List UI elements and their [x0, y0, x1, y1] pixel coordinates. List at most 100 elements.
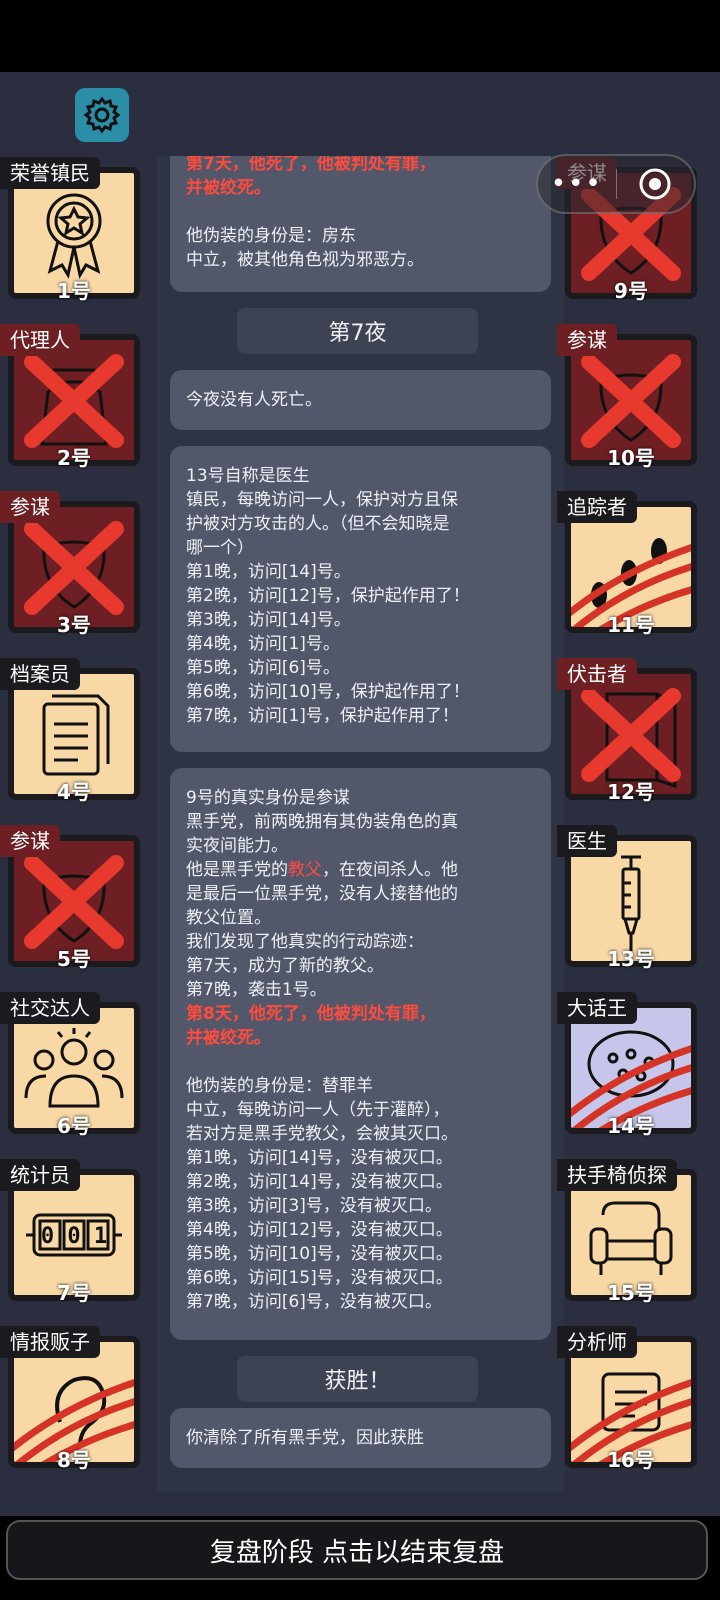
player-card-6[interactable]: 社交达人 6号 [0, 992, 140, 1142]
log-line: 哪一个） [186, 538, 254, 558]
log-line: 第4晚，访问[1]号。 [186, 634, 340, 654]
player-card-8[interactable]: 情报贩子 8号 [0, 1326, 140, 1476]
log-line: 13号自称是医生 [186, 466, 310, 486]
player-card-15[interactable]: 扶手椅侦探 15号 [557, 1159, 697, 1309]
role-label: 分析师 [557, 1326, 637, 1358]
log-line: 黑手党，前两晚拥有其伪装角色的真 [186, 812, 458, 832]
log-card-7th-day-death: 第7天，他死了，他被判处有罪， 并被绞死。 他伪装的身份是：房东 中立，被其他角… [170, 156, 551, 292]
player-number: 10号 [607, 446, 655, 470]
role-label: 参谋 [0, 825, 60, 857]
log-line: 护被对方攻击的人。（但不会知晓是 [186, 514, 450, 534]
role-label: 医生 [557, 825, 617, 857]
log-line: 并被绞死。 [186, 1028, 271, 1048]
log-text: 他是黑手党的 [186, 860, 288, 880]
player-card-1[interactable]: 荣誉镇民 1号 [0, 157, 140, 307]
log-card-doctor-claim: 13号自称是医生 镇民，每晚访问一人，保护对方且保 护被对方攻击的人。（但不会知… [170, 446, 551, 752]
log-line: 第5晚，访问[6]号。 [186, 658, 340, 678]
player-number: 5号 [57, 947, 91, 971]
log-line: 第3晚，访问[14]号。 [186, 610, 351, 630]
player-card-2[interactable]: 代理人 2号 [0, 324, 140, 474]
log-line: 第7天，他死了，他被判处有罪， [186, 156, 436, 174]
player-number: 15号 [607, 1281, 655, 1305]
role-label: 参谋 [0, 491, 60, 523]
log-card-no-death: 今夜没有人死亡。 [170, 370, 551, 430]
role-label: 档案员 [0, 658, 80, 690]
close-target-icon[interactable] [617, 167, 695, 201]
log-line: 第7晚，袭击1号。 [186, 980, 327, 1000]
game-log-panel[interactable]: 第7天，他死了，他被判处有罪， 并被绞死。 他伪装的身份是：房东 中立，被其他角… [157, 156, 564, 1492]
player-card-13[interactable]: 医生 13号 [557, 825, 697, 975]
log-card-identity-reveal: 9号的真实身份是参谋 黑手党，前两晚拥有其伪装角色的真 实夜间能力。 他是黑手党… [170, 768, 551, 1340]
log-line: 若对方是黑手党教父，会被其灭口。 [186, 1124, 458, 1144]
player-number: 9号 [614, 279, 648, 303]
player-card-10[interactable]: 参谋 10号 [557, 324, 697, 474]
player-number: 2号 [57, 446, 91, 470]
log-line: 我们发现了他真实的行动踪迹： [186, 932, 424, 952]
player-number: 11号 [607, 613, 655, 637]
player-number: 4号 [57, 780, 91, 804]
player-number: 1号 [57, 279, 91, 303]
log-line: 第7晚，访问[6]号，没有被灭口。 [186, 1292, 442, 1312]
player-card-5[interactable]: 参谋 5号 [0, 825, 140, 975]
role-label: 伏击者 [557, 658, 637, 690]
log-text: ，在夜间杀人。他 [322, 860, 458, 880]
status-bar [0, 0, 720, 72]
log-line: 并被绞死。 [186, 178, 271, 198]
player-number: 13号 [607, 947, 655, 971]
role-label: 情报贩子 [0, 1326, 100, 1358]
player-card-16[interactable]: 分析师 16号 [557, 1326, 697, 1476]
mini-program-capsule[interactable]: ••• [536, 154, 696, 214]
player-number: 16号 [607, 1448, 655, 1472]
log-line-blank [186, 1050, 535, 1074]
counter-value: 0 0 1 [41, 1224, 107, 1249]
log-line: 第1晚，访问[14]号，没有被灭口。 [186, 1148, 453, 1168]
player-card-3[interactable]: 参谋 3号 [0, 491, 140, 641]
role-label: 代理人 [0, 324, 80, 356]
role-label: 社交达人 [0, 992, 100, 1024]
player-number: 6号 [57, 1114, 91, 1138]
gear-icon [83, 96, 121, 134]
victory-header: 获胜！ [237, 1356, 478, 1402]
settings-button[interactable] [75, 88, 129, 142]
player-card-12[interactable]: 伏击者 12号 [557, 658, 697, 808]
log-line: 第2晚，访问[12]号，保护起作用了！ [186, 586, 470, 606]
more-menu-icon[interactable]: ••• [538, 171, 616, 197]
role-label: 荣誉镇民 [0, 157, 100, 189]
role-label: 追踪者 [557, 491, 637, 523]
player-card-14[interactable]: 大话王 14号 [557, 992, 697, 1142]
player-card-11[interactable]: 追踪者 11号 [557, 491, 697, 641]
log-line: 中立，每晚访问一人（先于灌醉）， [186, 1100, 450, 1120]
log-line: 第4晚，访问[12]号，没有被灭口。 [186, 1220, 453, 1240]
player-number: 12号 [607, 780, 655, 804]
log-line: 实夜间能力。 [186, 836, 288, 856]
night-7-header: 第7夜 [237, 308, 478, 354]
log-line: 是最后一位黑手党，没有人接替他的 [186, 884, 458, 904]
player-number: 8号 [57, 1448, 91, 1472]
log-card-victory: 你清除了所有黑手党，因此获胜 [170, 1408, 551, 1468]
log-line: 教父位置。 [186, 908, 271, 928]
log-line: 第6晚，访问[15]号，没有被灭口。 [186, 1268, 453, 1288]
player-number: 14号 [607, 1114, 655, 1138]
log-line: 第8天，他死了，他被判处有罪， [186, 1004, 436, 1024]
log-line: 中立，被其他角色视为邪恶方。 [186, 250, 424, 270]
log-line: 镇民，每晚访问一人，保护对方且保 [186, 490, 458, 510]
end-review-button[interactable]: 复盘阶段 点击以结束复盘 [6, 1520, 708, 1580]
log-line: 第3晚，访问[3]号，没有被灭口。 [186, 1196, 442, 1216]
log-line: 今夜没有人死亡。 [186, 390, 322, 410]
role-label: 扶手椅侦探 [557, 1159, 677, 1191]
log-line: 第6晚，访问[10]号，保护起作用了！ [186, 682, 470, 702]
footer-bar: 复盘阶段 点击以结束复盘 [0, 1516, 720, 1600]
log-line: 9号的真实身份是参谋 [186, 788, 350, 808]
role-label: 参谋 [557, 324, 617, 356]
player-number: 3号 [57, 613, 91, 637]
player-card-7[interactable]: 0 0 1 统计员 7号 [0, 1159, 140, 1309]
player-card-4[interactable]: 档案员 4号 [0, 658, 140, 808]
log-line: 他伪装的身份是：替罪羊 [186, 1076, 373, 1096]
log-line: 第5晚，访问[10]号，没有被灭口。 [186, 1244, 453, 1264]
log-line: 他伪装的身份是：房东 [186, 226, 356, 246]
role-label: 大话王 [557, 992, 637, 1024]
player-number: 7号 [57, 1281, 91, 1305]
log-line: 第7天，成为了新的教父。 [186, 956, 384, 976]
log-line: 他是黑手党的教父，在夜间杀人。他 [186, 858, 535, 882]
